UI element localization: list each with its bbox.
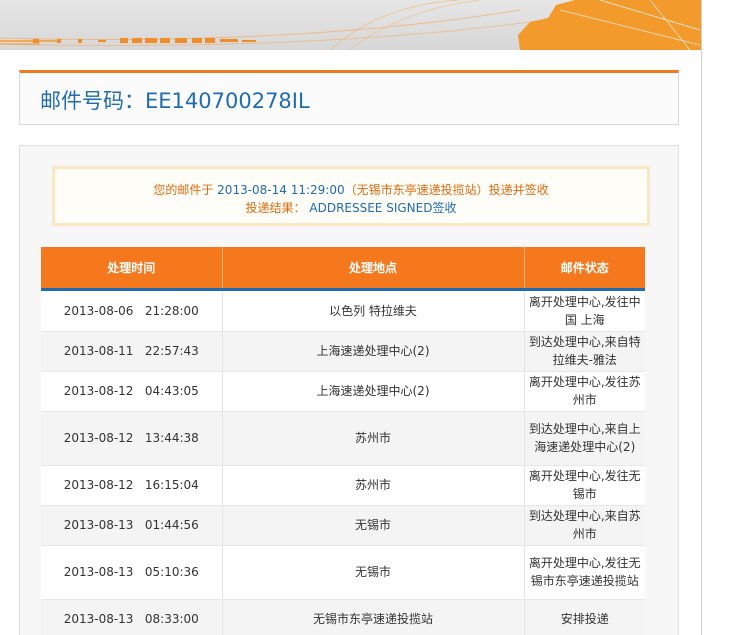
page: 邮件号码：EE140700278IL 您的邮件于 2013-08-14 11:2… — [0, 0, 753, 635]
top-banner — [0, 0, 701, 50]
notice-suffix: 投递并签收 — [488, 183, 549, 197]
cell-time: 2013-08-13 08:33:00 — [41, 599, 223, 635]
tracking-table: 处理时间 处理地点 邮件状态 2013-08-06 21:28:00 以色列 特… — [41, 247, 645, 635]
cell-status: 离开处理中心,发往无锡市 — [524, 465, 645, 506]
cell-place: 上海速递处理中心(2) — [222, 371, 525, 412]
cell-time: 2013-08-12 16:15:04 — [41, 465, 223, 506]
notice-line-2: 投递结果： ADDRESSEE SIGNED签收 — [55, 199, 647, 217]
delivery-notice: 您的邮件于 2013-08-14 11:29:00（无锡市东亭速递投揽站）投递并… — [52, 166, 650, 226]
cell-status: 离开处理中心,发往无锡市东亭速递投揽站 — [524, 545, 645, 600]
table-row: 2013-08-13 05:10:36 无锡市 离开处理中心,发往无锡市东亭速递… — [41, 545, 645, 600]
table-row: 2013-08-06 21:28:00 以色列 特拉维夫 离开处理中心,发往中国… — [41, 289, 645, 332]
result-suffix: 签收 — [432, 201, 457, 215]
cell-status: 到达处理中心,来自上海速递处理中心(2) — [524, 411, 645, 466]
cell-status: 到达处理中心,来自特拉维夫-雅法 — [524, 331, 645, 372]
cell-place: 以色列 特拉维夫 — [222, 289, 525, 332]
cell-place: 苏州市 — [222, 411, 525, 466]
cell-place: 无锡市 — [222, 505, 525, 546]
cell-place: 无锡市 — [222, 545, 525, 600]
cell-time: 2013-08-13 05:10:36 — [41, 545, 223, 600]
page-title: 邮件号码：EE140700278IL — [40, 89, 310, 113]
cell-status: 安排投递 — [524, 599, 645, 635]
cell-time: 2013-08-12 13:44:38 — [41, 411, 223, 466]
cell-place: 无锡市东亭速递投揽站 — [222, 599, 525, 635]
cell-time: 2013-08-11 22:57:43 — [41, 331, 223, 372]
result-label: 投递结果： — [245, 201, 306, 215]
cell-status: 离开处理中心,发往苏州市 — [524, 371, 645, 412]
cell-status: 到达处理中心,来自苏州市 — [524, 505, 645, 546]
cell-time: 2013-08-12 04:43:05 — [41, 371, 223, 412]
cell-time: 2013-08-06 21:28:00 — [41, 289, 223, 332]
result-value: ADDRESSEE SIGNED — [309, 201, 433, 215]
column-header-place: 处理地点 — [222, 247, 525, 291]
cell-time: 2013-08-13 01:44:56 — [41, 505, 223, 546]
notice-place: （无锡市东亭速递投揽站） — [344, 183, 489, 197]
notice-prefix: 您的邮件于 — [153, 183, 218, 197]
notice-datetime: 2013-08-14 11:29:00 — [217, 183, 345, 197]
header-panel: 邮件号码：EE140700278IL — [19, 70, 679, 125]
table-row: 2013-08-12 16:15:04 苏州市 离开处理中心,发往无锡市 — [41, 465, 645, 506]
content-panel: 您的邮件于 2013-08-14 11:29:00（无锡市东亭速递投揽站）投递并… — [19, 145, 679, 635]
table-header-row: 处理时间 处理地点 邮件状态 — [41, 247, 645, 291]
cell-place: 上海速递处理中心(2) — [222, 331, 525, 372]
cell-place: 苏州市 — [222, 465, 525, 506]
cell-status: 离开处理中心,发往中国 上海 — [524, 289, 645, 332]
table-row: 2013-08-12 04:43:05 上海速递处理中心(2) 离开处理中心,发… — [41, 371, 645, 412]
table-row: 2013-08-13 01:44:56 无锡市 到达处理中心,来自苏州市 — [41, 505, 645, 546]
table-row: 2013-08-11 22:57:43 上海速递处理中心(2) 到达处理中心,来… — [41, 331, 645, 372]
column-header-time: 处理时间 — [41, 247, 223, 291]
banner-graphic — [0, 0, 701, 50]
column-header-status: 邮件状态 — [524, 247, 645, 291]
table-row: 2013-08-12 13:44:38 苏州市 到达处理中心,来自上海速递处理中… — [41, 411, 645, 466]
notice-line-1: 您的邮件于 2013-08-14 11:29:00（无锡市东亭速递投揽站）投递并… — [55, 181, 647, 199]
table-row: 2013-08-13 08:33:00 无锡市东亭速递投揽站 安排投递 — [41, 599, 645, 635]
scrollbar[interactable] — [701, 0, 702, 635]
